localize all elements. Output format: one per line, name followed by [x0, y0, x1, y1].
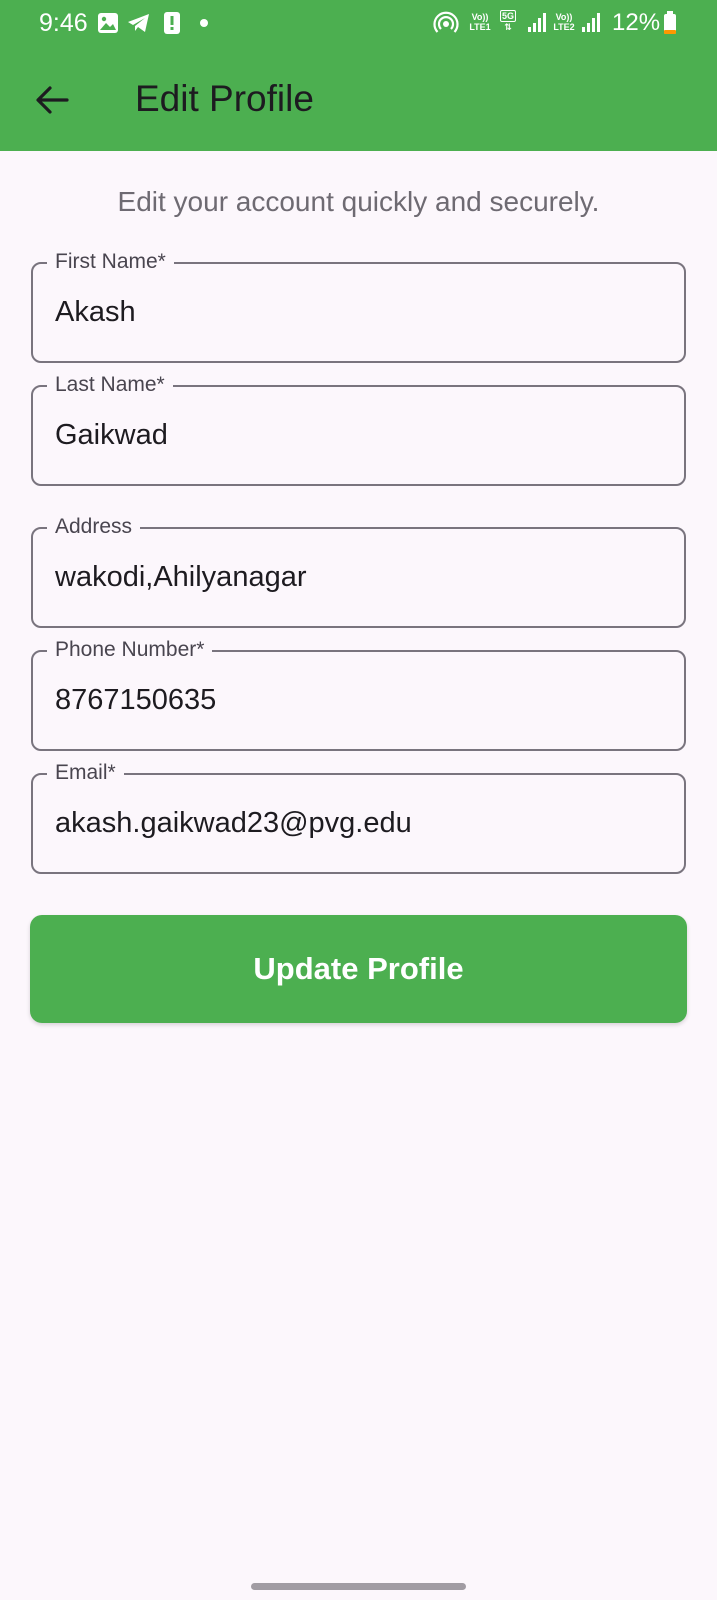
back-button[interactable] [28, 76, 76, 124]
update-profile-button[interactable]: Update Profile [30, 915, 687, 1023]
status-bar: 9:46 Vo)) LTE1 5G ⇅ Vo)) LTE2 12% [0, 0, 717, 48]
last-name-value[interactable]: Gaikwad [55, 413, 168, 457]
signal-2-icon [581, 10, 603, 36]
status-time: 9:46 [39, 9, 88, 37]
toolbar: Edit Profile [0, 60, 717, 140]
phone-number-label: Phone Number* [47, 636, 213, 664]
alert-icon [163, 10, 181, 36]
page-title: Edit Profile [135, 78, 314, 119]
battery-percent: 12% [612, 9, 661, 36]
address-label: Address [47, 513, 141, 541]
last-name-field[interactable]: Last Name* Gaikwad [31, 371, 686, 486]
volte-2-icon: Vo)) LTE2 [553, 12, 575, 32]
telegram-icon [126, 10, 152, 36]
phone-number-field[interactable]: Phone Number* 8767150635 [31, 636, 686, 751]
volte-1-icon: Vo)) LTE1 [469, 12, 491, 32]
last-name-label: Last Name* [47, 371, 173, 399]
battery-icon [663, 10, 677, 36]
page-subtitle: Edit your account quickly and securely. [117, 186, 600, 217]
address-value[interactable]: wakodi,Ahilyanagar [55, 555, 306, 599]
notification-dot [200, 19, 208, 27]
5g-icon: 5G ⇅ [499, 10, 516, 32]
home-indicator[interactable] [251, 1583, 466, 1590]
email-field[interactable]: Email* akash.gaikwad23@pvg.edu [31, 759, 686, 874]
arrow-back-icon [36, 86, 69, 114]
app-bar: 9:46 Vo)) LTE1 5G ⇅ Vo)) LTE2 12% Edit P… [0, 0, 717, 151]
address-field[interactable]: Address wakodi,Ahilyanagar [31, 513, 686, 628]
hotspot-icon [433, 10, 459, 36]
email-value[interactable]: akash.gaikwad23@pvg.edu [55, 801, 412, 845]
phone-number-value[interactable]: 8767150635 [55, 678, 216, 722]
signal-1-icon [527, 10, 549, 36]
gallery-icon [97, 10, 119, 36]
first-name-field[interactable]: First Name* Akash [31, 248, 686, 363]
update-profile-label: Update Profile [253, 951, 464, 986]
first-name-value[interactable]: Akash [55, 290, 136, 334]
email-label: Email* [47, 759, 124, 787]
first-name-label: First Name* [47, 248, 174, 276]
